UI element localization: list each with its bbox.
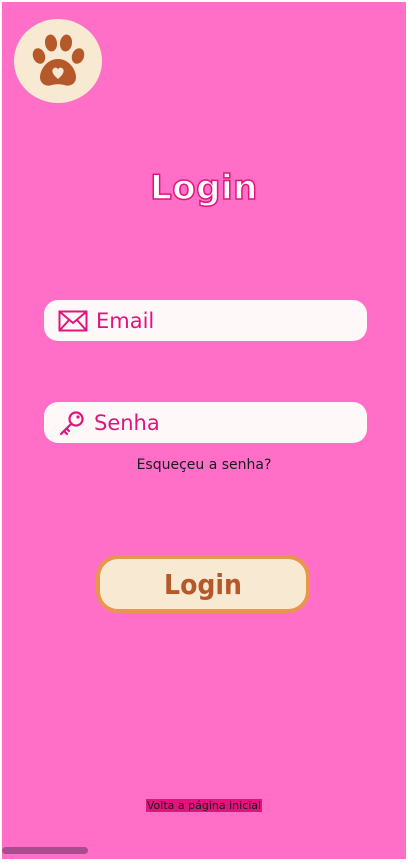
password-input[interactable] (94, 410, 314, 435)
scrollbar[interactable] (2, 847, 88, 854)
forgot-password-link[interactable]: Esqueçeu a senha? (2, 457, 406, 473)
paw-logo-icon (14, 19, 102, 103)
email-field[interactable] (44, 300, 367, 341)
back-to-home-link[interactable]: Volta a página inicial (145, 799, 263, 812)
envelope-icon (58, 310, 88, 332)
key-icon (58, 410, 86, 436)
home-link-container: Volta a página inicial (2, 796, 406, 814)
password-field[interactable] (44, 402, 367, 443)
login-screen: Login Esqueçeu a senha? Login Volta a pá… (2, 2, 406, 859)
page-title: Login (149, 167, 258, 209)
login-button[interactable]: Login (96, 555, 310, 613)
email-input[interactable] (96, 308, 316, 333)
